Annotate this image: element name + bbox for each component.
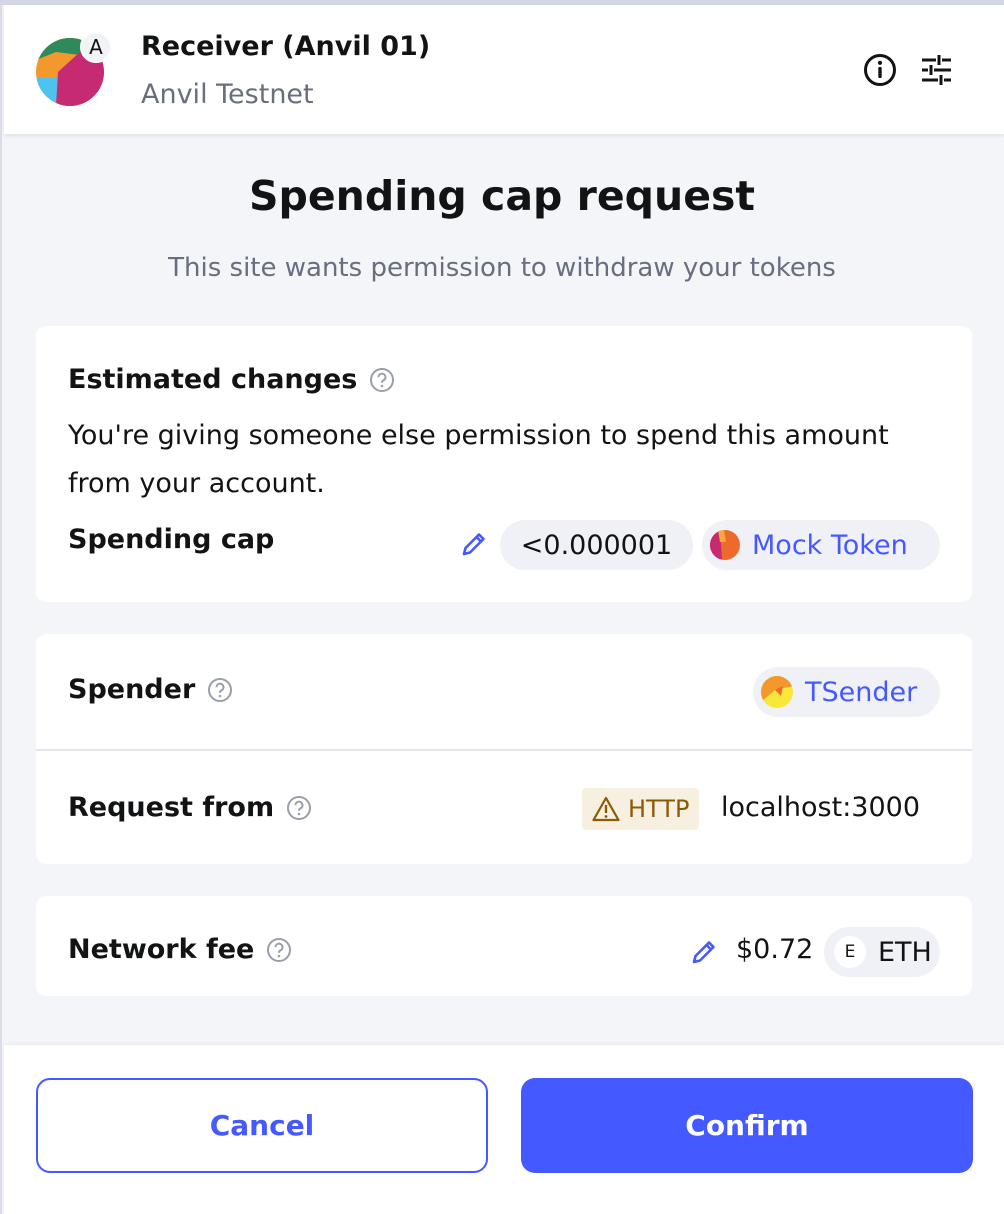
edit-fee-pencil-icon[interactable] [690, 938, 718, 966]
network-fee-label: Network fee [68, 934, 255, 965]
question-icon[interactable] [369, 367, 395, 393]
mock-token-icon [710, 530, 740, 560]
network-badge: A [80, 31, 112, 63]
network-name: Anvil Testnet [141, 79, 314, 110]
http-badge-label: HTTP [628, 795, 690, 823]
spending-cap-label: Spending cap [68, 524, 275, 555]
fee-amount: $0.72 [736, 934, 814, 965]
spender-heading: Spender [68, 674, 233, 705]
question-icon[interactable] [266, 937, 292, 963]
tsender-icon [761, 676, 793, 708]
request-origin: localhost:3000 [721, 792, 921, 823]
estimated-changes-card: Estimated changes You're giving someone … [36, 326, 972, 602]
edit-spending-cap-pencil-icon[interactable] [460, 530, 488, 558]
cancel-button[interactable]: Cancel [36, 1078, 488, 1173]
question-icon[interactable] [207, 677, 233, 703]
footer-actions: Cancel Confirm [4, 1045, 1004, 1214]
spender-label: Spender [68, 674, 196, 705]
mock-token-pill[interactable]: Mock Token [702, 520, 940, 570]
estimated-changes-heading: Estimated changes [68, 364, 395, 395]
request-from-heading: Request from [68, 792, 312, 823]
spender-pill[interactable]: TSender [753, 667, 940, 717]
request-from-label: Request from [68, 792, 275, 823]
page-title: Spending cap request [248, 172, 756, 220]
fee-currency-pill[interactable]: E ETH [824, 927, 940, 977]
info-icon[interactable] [862, 52, 898, 88]
network-fee-heading: Network fee [68, 934, 292, 965]
account-header: A Receiver (Anvil 01) Anvil Testnet [4, 5, 1004, 134]
spender-card: Spender TSender Request from HTTP localh… [36, 634, 972, 864]
fee-currency: ETH [878, 936, 932, 968]
section-divider [36, 749, 972, 751]
estimated-changes-description: You're giving someone else permission to… [68, 420, 889, 499]
spending-cap-value: <0.000001 [520, 529, 673, 561]
warning-icon [592, 796, 620, 822]
estimated-changes-label: Estimated changes [68, 364, 358, 395]
http-warning-badge[interactable]: HTTP [582, 788, 700, 830]
page-subtitle: This site wants permission to withdraw y… [168, 253, 836, 283]
confirm-button[interactable]: Confirm [521, 1078, 973, 1173]
question-icon[interactable] [286, 795, 312, 821]
token-name: Mock Token [752, 529, 908, 561]
network-fee-card: Network fee $0.72 E ETH [36, 896, 972, 996]
account-name[interactable]: Receiver (Anvil 01) [141, 31, 430, 62]
eth-icon: E [834, 936, 866, 968]
settings-sliders-icon[interactable] [918, 52, 954, 88]
spending-cap-amount[interactable]: <0.000001 [500, 520, 693, 570]
spender-name: TSender [805, 676, 918, 708]
